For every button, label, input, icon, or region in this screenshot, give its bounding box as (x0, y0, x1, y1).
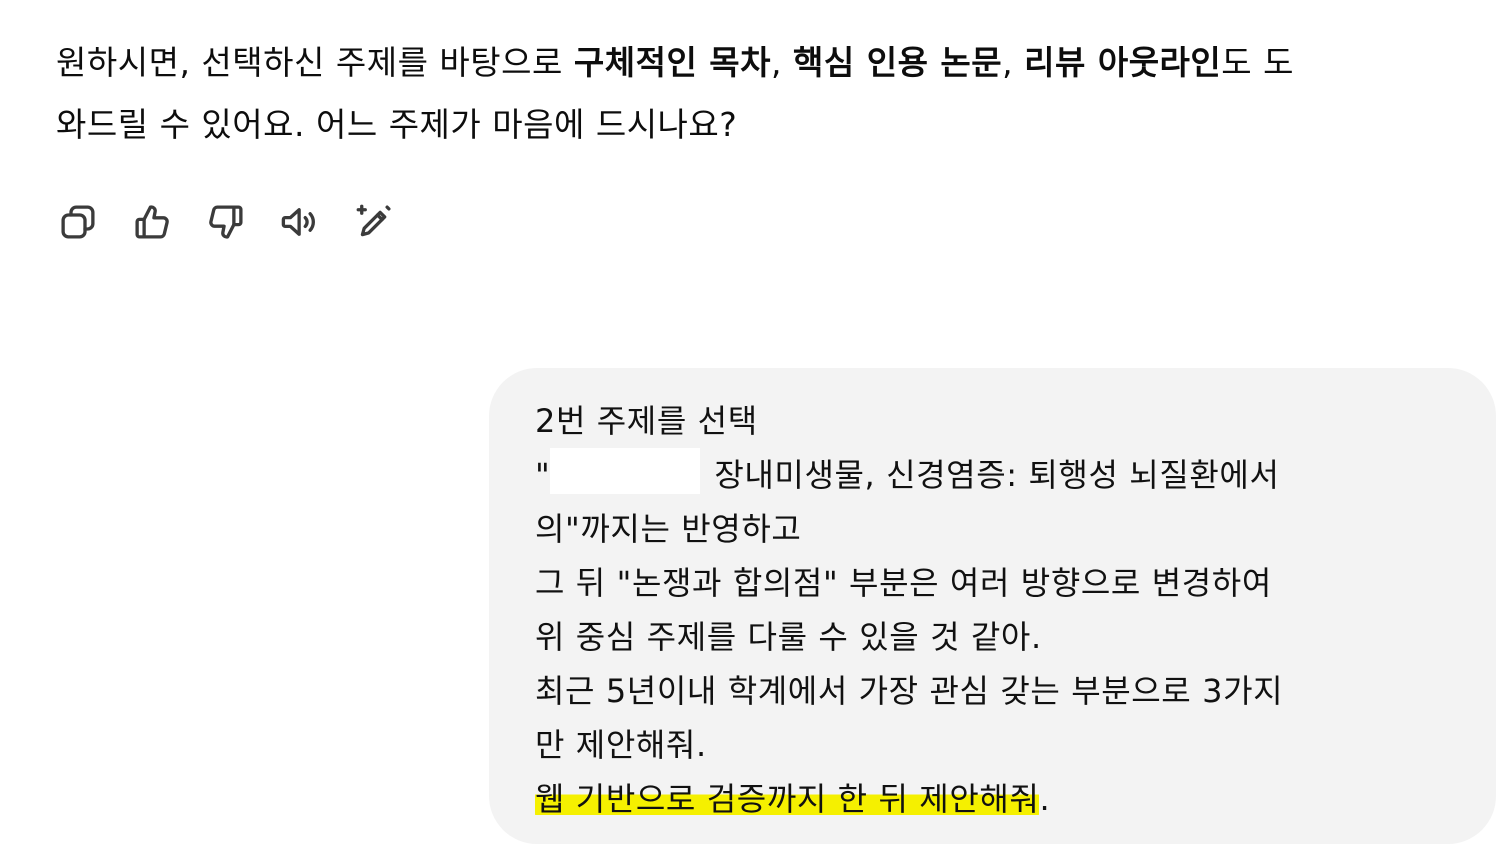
assistant-text: 원하시면, 선택하신 주제를 바탕으로 (56, 43, 574, 82)
copy-icon (61, 205, 95, 239)
thumbs-up-button[interactable] (130, 200, 174, 244)
edit-button[interactable] (352, 200, 396, 244)
redacted-block (550, 448, 701, 494)
copy-button[interactable] (56, 200, 100, 244)
user-line-6: 최근 5년이내 학계에서 가장 관심 갖는 부분으로 3가지 (535, 672, 1284, 710)
message-actions (56, 200, 396, 244)
thumbs-up-icon (135, 205, 169, 239)
thumbs-down-button[interactable] (204, 200, 248, 244)
highlighted-text: 웹 기반으로 검증까지 한 뒤 제안해줘 (535, 780, 1040, 818)
user-text: 장내미생물, 신경염증: 퇴행성 뇌질환에서 (714, 456, 1280, 494)
thumbs-down-icon (209, 205, 243, 239)
quote-mark: " (535, 456, 551, 494)
bold-key-papers: 핵심 인용 논문 (793, 43, 1003, 82)
user-message-bubble: 2번 주제를 선택 " 장내미생물, 신경염증: 퇴행성 뇌질환에서 의"까지는 … (489, 368, 1496, 844)
assistant-line-2: 와드릴 수 있어요. 어느 주제가 마음에 드시나요? (56, 105, 738, 144)
assistant-text: , (1002, 43, 1025, 82)
user-line-5: 위 중심 주제를 다룰 수 있을 것 같아. (535, 618, 1042, 656)
user-text: . (1039, 780, 1051, 818)
user-line-7: 만 제안해줘. (535, 726, 707, 764)
read-aloud-button[interactable] (278, 200, 322, 244)
user-line-2: " 장내미생물, 신경염증: 퇴행성 뇌질환에서 (535, 448, 1450, 502)
assistant-text: 도 도 (1221, 43, 1294, 82)
assistant-line-1: 원하시면, 선택하신 주제를 바탕으로 구체적인 목차, 핵심 인용 논문, 리… (56, 32, 1496, 94)
assistant-text: , (771, 43, 793, 82)
user-line-8: 웹 기반으로 검증까지 한 뒤 제안해줘. (535, 772, 1450, 826)
edit-sparkle-icon (356, 204, 391, 237)
user-line-1: 2번 주제를 선택 (535, 402, 758, 440)
bold-review-outline: 리뷰 아웃라인 (1024, 43, 1222, 82)
speaker-icon (281, 208, 315, 236)
user-line-4: 그 뒤 "논쟁과 합의점" 부분은 여러 방향으로 변경하여 (535, 564, 1272, 602)
user-line-3: 의"까지는 반영하고 (535, 510, 802, 548)
bold-toc: 구체적인 목차 (573, 43, 772, 82)
assistant-message: 원하시면, 선택하신 주제를 바탕으로 구체적인 목차, 핵심 인용 논문, 리… (56, 32, 1496, 156)
